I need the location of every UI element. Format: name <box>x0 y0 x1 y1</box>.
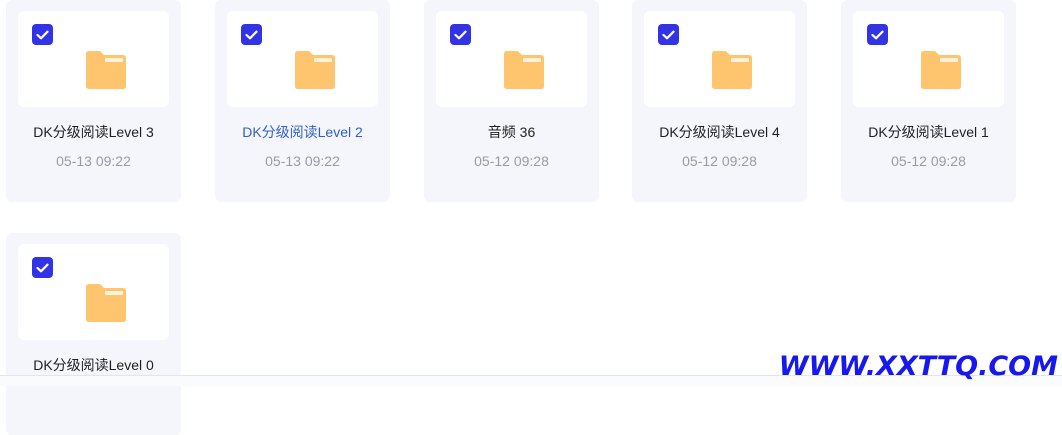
file-name[interactable]: 音频 36 <box>424 123 599 141</box>
folder-thumbnail[interactable] <box>644 11 795 107</box>
folder-thumbnail[interactable] <box>853 11 1004 107</box>
file-name[interactable]: DK分级阅读Level 1 <box>841 123 1016 141</box>
watermark-logo: WWW.XXTTQ.COM <box>778 350 1058 382</box>
folder-icon <box>86 51 126 89</box>
folder-card[interactable]: DK分级阅读Level 0 <box>6 233 181 435</box>
file-name[interactable]: DK分级阅读Level 4 <box>632 123 807 141</box>
file-date: 05-12 09:28 <box>891 153 966 169</box>
select-checkbox[interactable] <box>450 24 471 45</box>
file-date: 05-13 09:22 <box>265 153 340 169</box>
select-checkbox[interactable] <box>867 24 888 45</box>
file-name[interactable]: DK分级阅读Level 2 <box>215 123 390 141</box>
select-checkbox[interactable] <box>32 24 53 45</box>
file-date: 05-12 09:28 <box>474 153 549 169</box>
checkmark-icon <box>871 30 884 39</box>
folder-thumbnail[interactable] <box>18 244 169 340</box>
folder-icon <box>86 284 126 322</box>
file-date: 05-13 09:22 <box>56 153 131 169</box>
folder-card[interactable]: DK分级阅读Level 4 05-12 09:28 <box>632 0 807 202</box>
folder-thumbnail[interactable] <box>436 11 587 107</box>
checkmark-icon <box>245 30 258 39</box>
checkmark-icon <box>36 30 49 39</box>
select-checkbox[interactable] <box>32 257 53 278</box>
checkmark-icon <box>662 30 675 39</box>
folder-card[interactable]: DK分级阅读Level 3 05-13 09:22 <box>6 0 181 202</box>
folder-icon <box>712 51 752 89</box>
folder-card[interactable]: DK分级阅读Level 2 05-13 09:22 <box>215 0 390 202</box>
file-grid: DK分级阅读Level 3 05-13 09:22 DK分级阅读Level 2 … <box>0 0 1062 435</box>
select-checkbox[interactable] <box>241 24 262 45</box>
checkmark-icon <box>454 30 467 39</box>
folder-icon <box>295 51 335 89</box>
select-checkbox[interactable] <box>658 24 679 45</box>
checkmark-icon <box>36 263 49 272</box>
folder-icon <box>921 51 961 89</box>
folder-card[interactable]: 音频 36 05-12 09:28 <box>424 0 599 202</box>
folder-card[interactable]: DK分级阅读Level 1 05-12 09:28 <box>841 0 1016 202</box>
file-date: 05-12 09:28 <box>682 153 757 169</box>
folder-thumbnail[interactable] <box>18 11 169 107</box>
file-name[interactable]: DK分级阅读Level 0 <box>6 356 181 374</box>
folder-thumbnail[interactable] <box>227 11 378 107</box>
folder-icon <box>504 51 544 89</box>
file-name[interactable]: DK分级阅读Level 3 <box>6 123 181 141</box>
